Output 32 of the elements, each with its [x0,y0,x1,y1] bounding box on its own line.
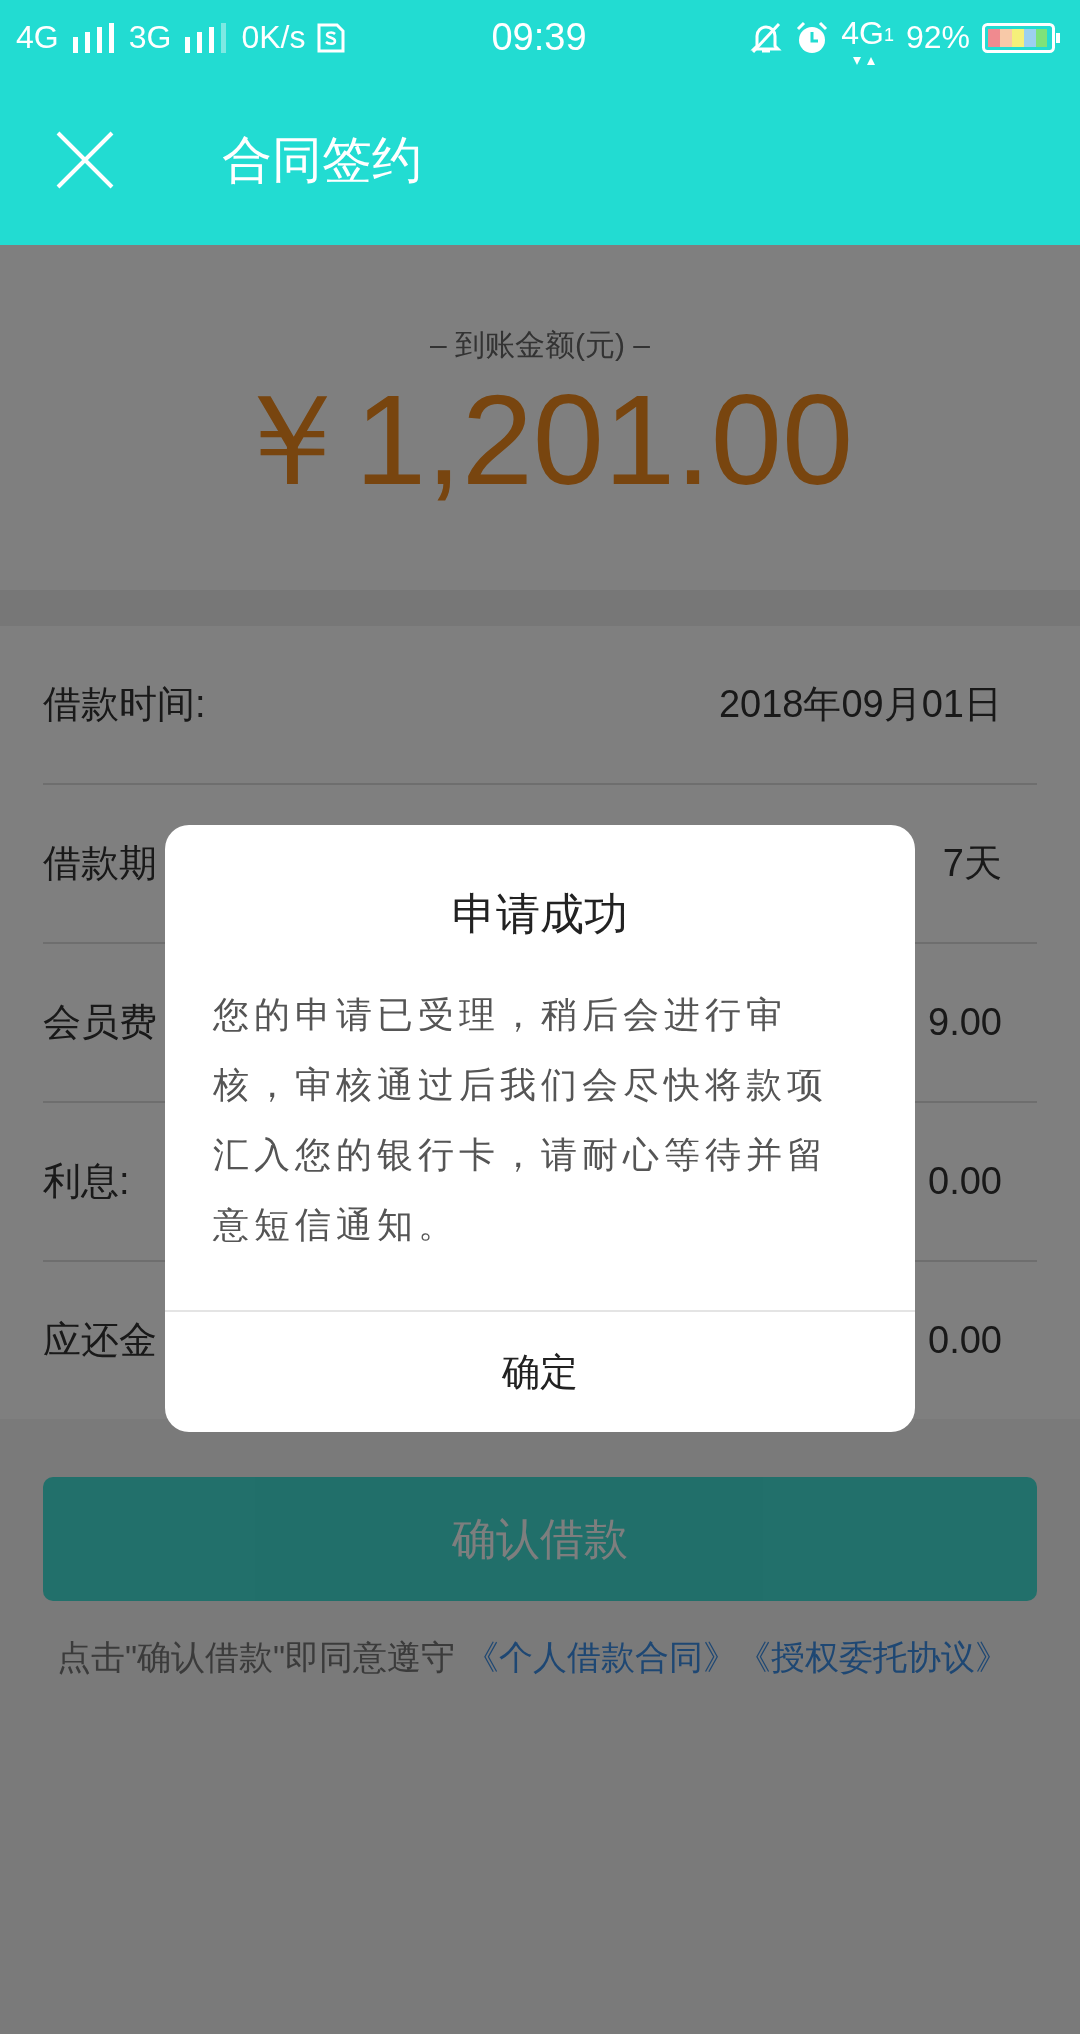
status-text: 0K/s [241,19,306,56]
battery-percent: 92% [905,19,970,56]
row-value: 2018年09月01日 [718,682,1002,727]
close-icon[interactable] [56,131,114,189]
status-text: 3G [128,19,172,56]
row-value: 7天 [942,841,1002,886]
dialog-title: 申请成功 [452,888,628,940]
agreement-link[interactable]: 《授权委托协议》 [737,1638,1010,1676]
row-value: 0.00 [928,1160,1002,1203]
battery-icon [982,22,1062,53]
sim-card-icon [317,22,346,53]
bell-off-icon [749,21,784,54]
dialog-message: 您的申请已受理，稍后会进行审核，审核通过后我们会尽快将款项汇入您的银行卡，请耐心等待并留意短信通知。 [213,993,829,1247]
row-label: 利息: [43,1159,130,1204]
ok-button[interactable]: 确定 [165,1310,915,1432]
amount-value: ￥1,201.00 [226,369,854,511]
network-text: 4G [841,15,884,52]
status-text: 4G [16,19,59,56]
alarm-clock-icon [795,20,830,55]
row-label: 会员费 [43,1000,157,1045]
row-label: 应还金 [43,1318,157,1363]
row-value: 0.00 [928,1319,1002,1362]
row-label: 借款期 [43,841,157,886]
data-arrows-icon [851,56,878,66]
sim-slot-text: 1 [883,25,894,46]
page-title: 合同签约 [222,130,422,190]
amount-caption: – 到账金额(元) – [430,326,650,363]
agreement-text: 点击"确认借款"即同意遵守 [57,1638,456,1676]
agreement-link[interactable]: 《个人借款合同》 [465,1638,738,1676]
status-time: 09:39 [491,16,587,59]
row-value: 9.00 [928,1001,1002,1044]
row-label: 借款时间: [43,682,206,727]
